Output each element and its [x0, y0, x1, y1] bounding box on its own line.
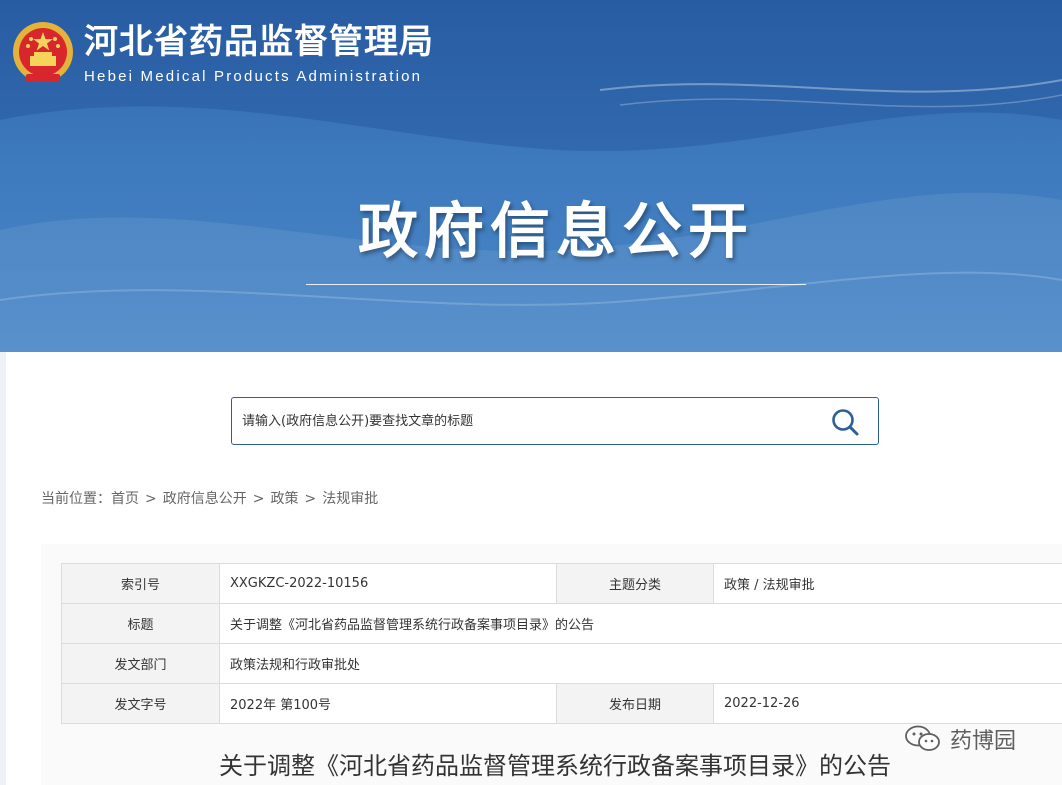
- date-label: 发布日期: [556, 683, 714, 724]
- title-label: 标题: [61, 603, 220, 644]
- category-label: 主题分类: [556, 563, 714, 604]
- breadcrumb: 当前位置：首页 > 政府信息公开 > 政策 > 法规审批: [41, 488, 378, 508]
- wechat-icon: [905, 725, 940, 751]
- table-row: 发文字号 2022年 第100号 发布日期 2022-12-26: [61, 683, 1062, 724]
- title-value: 关于调整《河北省药品监督管理系统行政备案事项目录》的公告: [219, 603, 1062, 644]
- section-title: 政府信息公开: [358, 197, 754, 267]
- index-label: 索引号: [61, 563, 220, 604]
- docno-label: 发文字号: [61, 683, 220, 724]
- index-value: XXGKZC-2022-10156: [219, 563, 557, 604]
- watermark: 药博园: [904, 722, 1016, 756]
- header-banner: 河北省药品监督管理局 Hebei Medical Products Admini…: [0, 0, 1062, 352]
- dept-label: 发文部门: [61, 643, 220, 684]
- date-value: 2022-12-26: [713, 683, 1062, 724]
- search-icon[interactable]: [830, 407, 860, 437]
- site-subtitle: Hebei Medical Products Administration: [84, 68, 423, 85]
- docno-value: 2022年 第100号: [219, 683, 557, 724]
- national-emblem-icon: [13, 22, 73, 82]
- table-row: 发文部门 政策法规和行政审批处: [61, 643, 1062, 684]
- breadcrumb-separator: >: [304, 491, 317, 507]
- breadcrumb-regulation-approval[interactable]: 法规审批: [322, 491, 378, 507]
- document-title: 关于调整《河北省药品监督管理系统行政备案事项目录》的公告: [219, 752, 891, 780]
- section-title-divider: [306, 284, 806, 285]
- table-row: 索引号 XXGKZC-2022-10156 主题分类 政策 / 法规审批: [61, 563, 1062, 604]
- breadcrumb-separator: >: [145, 491, 157, 507]
- search-box: [231, 397, 879, 445]
- watermark-text: 药博园: [950, 729, 1017, 754]
- search-input[interactable]: [242, 398, 812, 444]
- breadcrumb-policy[interactable]: 政策: [270, 491, 298, 507]
- table-row: 标题 关于调整《河北省药品监督管理系统行政备案事项目录》的公告: [61, 603, 1062, 644]
- breadcrumb-home[interactable]: 首页: [111, 491, 139, 507]
- breadcrumb-separator: >: [252, 491, 265, 507]
- site-title: 河北省药品监督管理局: [84, 22, 434, 62]
- category-value: 政策 / 法规审批: [713, 563, 1062, 604]
- document-meta-table: 索引号 XXGKZC-2022-10156 主题分类 政策 / 法规审批 标题 …: [61, 563, 1062, 724]
- breadcrumb-gov-info[interactable]: 政府信息公开: [163, 491, 247, 507]
- dept-value: 政策法规和行政审批处: [219, 643, 1062, 684]
- breadcrumb-prefix: 当前位置：: [41, 491, 111, 507]
